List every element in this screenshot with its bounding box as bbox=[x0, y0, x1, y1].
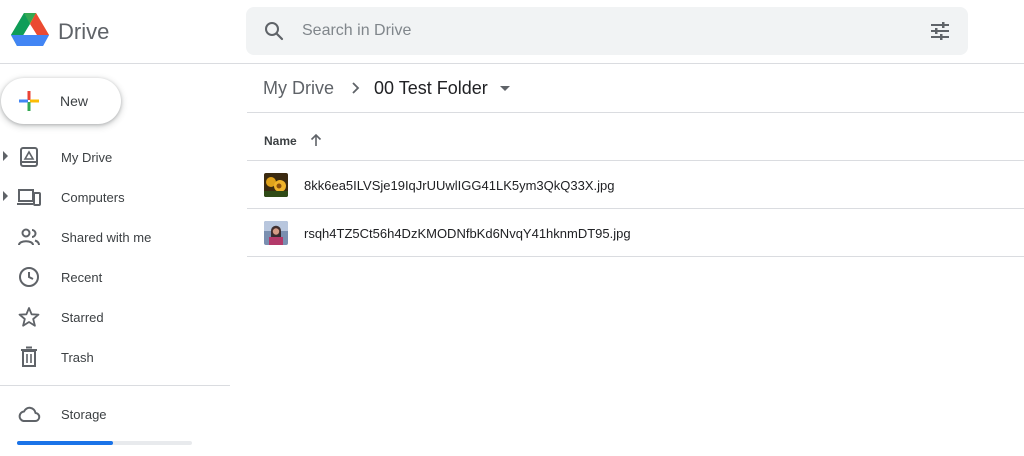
file-name: rsqh4TZ5Ct56h4DzKMODNfbKd6NvqY41hknmDT95… bbox=[304, 226, 631, 241]
sidebar-item-label: Trash bbox=[61, 350, 94, 365]
folder-menu-caret-icon[interactable] bbox=[500, 86, 510, 91]
app-name[interactable]: Drive bbox=[58, 19, 109, 45]
search-bar[interactable] bbox=[246, 7, 968, 55]
sidebar-item-label: Computers bbox=[61, 190, 125, 205]
sidebar-item-label: Shared with me bbox=[61, 230, 152, 245]
my-drive-icon bbox=[20, 147, 38, 167]
search-icon[interactable] bbox=[262, 19, 286, 43]
storage-usage-bar bbox=[17, 441, 192, 445]
cloud-icon bbox=[18, 406, 41, 422]
sort-ascending-icon[interactable] bbox=[309, 133, 323, 147]
computers-icon bbox=[17, 189, 41, 206]
sidebar-item-label: Storage bbox=[61, 407, 107, 422]
search-options-icon[interactable] bbox=[928, 19, 952, 43]
sidebar-item-recent[interactable]: Recent bbox=[0, 259, 230, 295]
clock-icon bbox=[19, 267, 39, 287]
new-button-label: New bbox=[60, 93, 89, 109]
column-header-name[interactable]: Name bbox=[264, 134, 297, 148]
sidebar-item-label: Recent bbox=[61, 270, 103, 285]
sidebar-item-trash[interactable]: Trash bbox=[0, 339, 230, 375]
expand-arrow-icon[interactable] bbox=[3, 151, 8, 161]
star-icon bbox=[18, 307, 40, 327]
sidebar-item-starred[interactable]: Starred bbox=[0, 299, 230, 335]
image-thumbnail-icon bbox=[264, 173, 288, 197]
breadcrumb-my-drive[interactable]: My Drive bbox=[263, 78, 334, 99]
sidebar-item-storage[interactable]: Storage bbox=[0, 396, 230, 432]
sidebar-item-label: My Drive bbox=[61, 150, 113, 165]
breadcrumb-current-folder[interactable]: 00 Test Folder bbox=[374, 78, 488, 99]
chevron-right-icon bbox=[352, 82, 360, 94]
sidebar-item-my-drive[interactable]: My Drive bbox=[0, 139, 230, 175]
top-bar: Drive bbox=[0, 0, 1024, 64]
sidebar-item-label: Starred bbox=[61, 310, 104, 325]
drive-logo-icon[interactable] bbox=[10, 12, 50, 48]
sidebar-divider bbox=[0, 385, 230, 386]
shared-icon bbox=[18, 228, 40, 246]
expand-arrow-icon[interactable] bbox=[3, 191, 8, 201]
trash-icon bbox=[21, 346, 37, 367]
file-name: 8kk6ea5ILVSje19IqJrUUwlIGG41LK5ym3QkQ33X… bbox=[304, 178, 615, 193]
storage-usage-fill bbox=[17, 441, 114, 445]
new-button[interactable]: New bbox=[1, 78, 121, 124]
file-row[interactable]: rsqh4TZ5Ct56h4DzKMODNfbKd6NvqY41hknmDT95… bbox=[247, 209, 1024, 257]
sidebar-item-shared-with-me[interactable]: Shared with me bbox=[0, 219, 230, 255]
search-input[interactable] bbox=[302, 7, 902, 55]
plus-icon bbox=[19, 91, 39, 111]
sidebar-item-computers[interactable]: Computers bbox=[0, 179, 230, 215]
file-row[interactable]: 8kk6ea5ILVSje19IqJrUUwlIGG41LK5ym3QkQ33X… bbox=[247, 161, 1024, 209]
image-thumbnail-icon bbox=[264, 221, 288, 245]
file-list-header: Name bbox=[247, 113, 1024, 161]
